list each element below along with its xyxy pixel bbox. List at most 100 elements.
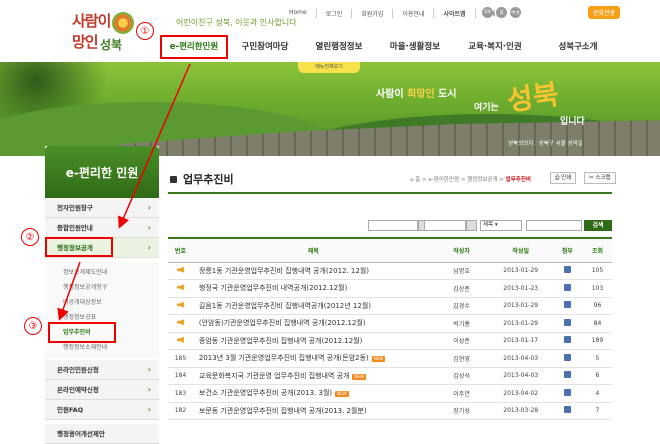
- submenu-item[interactable]: 행정정보공개청구: [45, 280, 159, 295]
- row-number: [168, 262, 193, 280]
- gnb-item-about[interactable]: 성북구소개: [536, 38, 620, 56]
- row-date: 2013-01-23: [489, 279, 552, 298]
- gnb-item-education-welfare[interactable]: 교육·복지·인권: [454, 38, 536, 56]
- row-number: 182: [168, 402, 193, 420]
- row-number: [168, 332, 193, 350]
- calendar-icon[interactable]: [466, 220, 477, 231]
- annotation-box-3: [48, 322, 116, 343]
- row-title[interactable]: 2013년 3월 기관운영업무추진비 집행내역 공개(돈암2동) NEW: [192, 349, 434, 368]
- row-title[interactable]: 보건소 기관운영업무추진비 공개(2013. 3월) NEW: [192, 384, 434, 403]
- menu-view-all-button[interactable]: 메뉴전체보기: [298, 62, 360, 73]
- table-row[interactable]: 182 보문동 기관운영업무추진비 집행내역 공개(2013. 2월분) 장기성 20…: [168, 402, 612, 420]
- sidebar-item-online-reservation[interactable]: 온라인예약신청 ›: [45, 380, 159, 400]
- top-link-sitemap[interactable]: 사이트맵: [434, 9, 476, 18]
- row-writer: 김상준: [433, 279, 490, 298]
- row-date: 2013-03-28: [489, 402, 552, 420]
- table-row[interactable]: 185 2013년 3월 기관운영업무추진비 집행내역 공개(돈암2동) NEW 김현…: [168, 349, 612, 368]
- row-attachment[interactable]: [551, 402, 583, 420]
- gnb-item-village-life[interactable]: 마을·생활정보: [376, 38, 454, 56]
- submenu-item[interactable]: 정보공개제도안내: [45, 265, 159, 280]
- title-bullet-icon: [170, 175, 177, 183]
- site-header: 사람이 희망인 성북 어린이친구 성북, 이웃과 인사합니다 Home 로그인 …: [0, 0, 660, 62]
- sidebar-submenu: 정보공개제도안내 행정정보공개청구 비공개대상정보 행정정보공표 업무추진비 행…: [45, 262, 159, 358]
- col-attachment: 첨부: [551, 237, 583, 263]
- row-title[interactable]: 정릉1동 기관운영업무추진비 집행내역 공개(2012. 12월): [192, 262, 434, 280]
- row-attachment[interactable]: [551, 349, 583, 368]
- row-writer: 이주연: [433, 384, 490, 403]
- row-attachment[interactable]: [551, 297, 583, 315]
- file-icon[interactable]: [563, 371, 571, 379]
- row-title[interactable]: 교육문화복지국 기관운영 업무추진비 집행내역 공개 NEW: [192, 367, 434, 385]
- chevron-right-icon: ›: [147, 405, 151, 414]
- table-row[interactable]: (안암동)기관운영업무추진비 집행내역 공개(2012.12월) 박기홍 2013-…: [168, 314, 612, 333]
- file-icon[interactable]: [563, 388, 571, 396]
- file-icon[interactable]: [563, 266, 571, 274]
- search-field-select[interactable]: 제목 ▾: [480, 220, 522, 231]
- search-button[interactable]: 검색: [584, 220, 612, 231]
- annotation-number-1: ①: [136, 22, 154, 40]
- top-link-guide[interactable]: 이용안내: [393, 9, 435, 18]
- row-title[interactable]: 길음1동 기관운영업무추진비 집행내역공개(2012년 12월): [192, 297, 434, 315]
- search-input[interactable]: [526, 220, 582, 231]
- chevron-right-icon: ›: [147, 385, 151, 394]
- sidebar-item-faq[interactable]: 민원FAQ ›: [45, 400, 159, 420]
- scrap-button[interactable]: ✂ 스크랩: [584, 172, 616, 184]
- gnb-item-e-minwon[interactable]: e-편리한민원: [160, 35, 228, 59]
- end-date-input[interactable]: [424, 220, 466, 231]
- file-icon[interactable]: [563, 406, 571, 414]
- file-icon[interactable]: [563, 353, 571, 361]
- row-title[interactable]: 종암동 기관운영업무추진비 집행내역 공개(2012.12월): [192, 332, 434, 350]
- top-link-join[interactable]: 회원가입: [352, 9, 394, 18]
- row-title[interactable]: 행정국 기관운영업무추진비 내역공개(2012.12월): [192, 279, 434, 298]
- row-views: 4: [582, 384, 612, 403]
- file-icon[interactable]: [563, 336, 571, 344]
- row-attachment[interactable]: [551, 384, 583, 403]
- row-date: 2013-01-29: [489, 262, 552, 280]
- row-writer: 이성준: [433, 332, 490, 350]
- culture-tour-button[interactable]: 문화관광: [588, 6, 621, 19]
- row-title[interactable]: (안암동)기관운영업무추진비 집행내역 공개(2012.12월): [192, 314, 434, 333]
- row-writer: 남명호: [433, 262, 490, 280]
- file-icon[interactable]: [563, 301, 571, 309]
- row-views: 6: [582, 367, 612, 385]
- col-views: 조회: [582, 237, 612, 263]
- table-row[interactable]: 정릉1동 기관운영업무추진비 집행내역 공개(2012. 12월) 남명호 2013…: [168, 262, 612, 280]
- table-row[interactable]: 184 교육문화복지국 기관운영 업무추진비 집행내역 공개 NEW 김성석 2013-…: [168, 367, 612, 385]
- col-writer: 작성자: [433, 237, 490, 263]
- row-attachment[interactable]: [551, 332, 583, 350]
- top-link-home[interactable]: Home: [280, 9, 317, 18]
- file-icon[interactable]: [563, 318, 571, 326]
- table-row[interactable]: 길음1동 기관운영업무추진비 집행내역공개(2012년 12월) 김경수 2013-…: [168, 297, 612, 315]
- logo-flower-icon: [112, 12, 134, 34]
- print-button[interactable]: ⎙ 인쇄: [550, 172, 577, 184]
- row-attachment[interactable]: [551, 367, 583, 385]
- top-link-login[interactable]: 로그인: [317, 9, 353, 18]
- file-icon[interactable]: [563, 283, 571, 291]
- site-logo[interactable]: 사람이 희망인 성북: [70, 8, 140, 56]
- lang-jp-button[interactable]: 日: [496, 7, 507, 18]
- chevron-right-icon: ›: [147, 365, 151, 374]
- sidebar-item-online-petition[interactable]: 온라인민원신청 ›: [45, 360, 159, 380]
- gnb-item-participation[interactable]: 구민참여마당: [228, 38, 302, 56]
- sidebar-item-term-suggestion[interactable]: 행정용어개선제안: [45, 424, 159, 444]
- sidebar-item-general-guide[interactable]: 종합민원안내 ›: [45, 218, 159, 238]
- row-attachment[interactable]: [551, 314, 583, 333]
- submenu-item[interactable]: 비공개대상정보: [45, 295, 159, 310]
- row-attachment[interactable]: [551, 262, 583, 280]
- main-banner: 사람이 희망인 도시 여기는 성북 입니다 성북의의지 : 성북구 서울 성곽길: [0, 62, 660, 156]
- new-badge: NEW: [352, 373, 366, 380]
- gnb-item-open-admin[interactable]: 열린행정정보: [302, 38, 376, 56]
- row-title[interactable]: 보문동 기관운영업무추진비 집행내역 공개(2013. 2월분): [192, 402, 434, 420]
- row-attachment[interactable]: [551, 279, 583, 298]
- lang-en-button[interactable]: EN: [482, 7, 493, 18]
- row-number: [168, 279, 193, 298]
- col-date: 작성일: [489, 237, 552, 263]
- row-views: 5: [582, 349, 612, 368]
- sidebar-item-e-window[interactable]: 전자민원창구 ›: [45, 198, 159, 218]
- row-views: 7: [582, 402, 612, 420]
- lang-cn-button[interactable]: 中文: [510, 7, 521, 18]
- table-row[interactable]: 183 보건소 기관운영업무추진비 공개(2013. 3월) NEW 이주연 2013-…: [168, 384, 612, 403]
- start-date-input[interactable]: [368, 220, 418, 231]
- table-row[interactable]: 행정국 기관운영업무추진비 내역공개(2012.12월) 김상준 2013-01-2…: [168, 279, 612, 298]
- table-row[interactable]: 종암동 기관운영업무추진비 집행내역 공개(2012.12월) 이성준 2013-0…: [168, 332, 612, 350]
